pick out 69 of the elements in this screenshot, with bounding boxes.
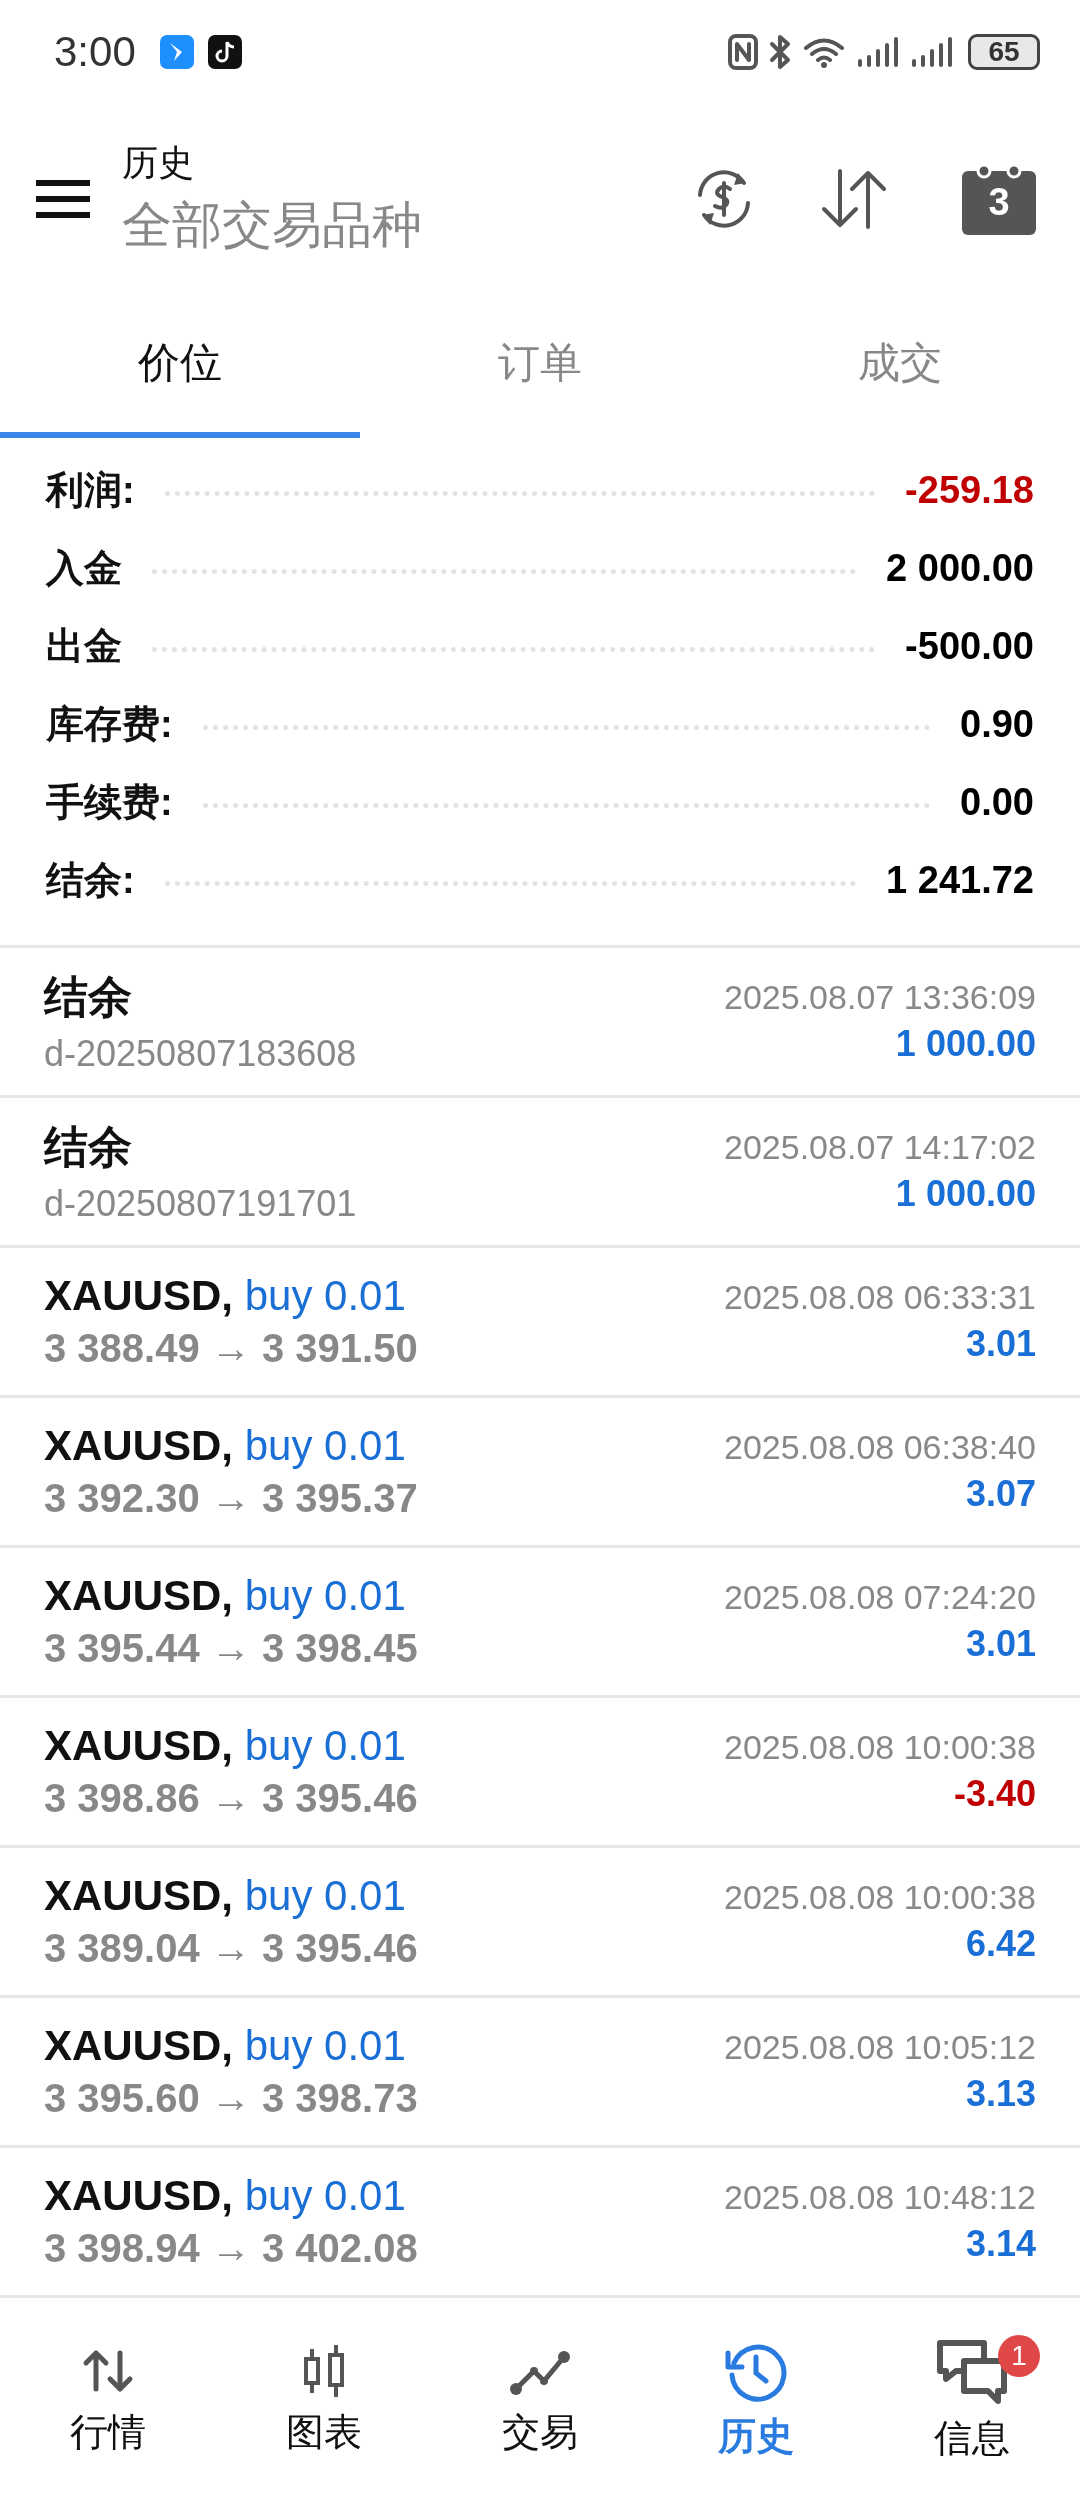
nav-tab[interactable]: 行情: [0, 2317, 216, 2484]
tab[interactable]: 价位: [0, 294, 360, 438]
summary-label: 结余:: [46, 857, 135, 903]
deal-time: 2025.08.08 06:33:31: [724, 1278, 1036, 1317]
deal-time: 2025.08.08 10:00:38: [724, 1878, 1036, 1917]
trade-prices: 3 395.60 → 3 398.73: [44, 2076, 418, 2121]
menu-icon[interactable]: [34, 179, 92, 219]
trade-prices: 3 389.04 → 3 395.46: [44, 1926, 418, 1971]
notification-badge: 1: [998, 2335, 1040, 2377]
deal-time: 2025.08.08 10:48:12: [724, 2178, 1036, 2217]
trade-prices: 3 395.44 → 3 398.45: [44, 1626, 418, 1671]
bluetooth-icon: [768, 34, 792, 70]
deal-time: 2025.08.08 10:05:12: [724, 2028, 1036, 2067]
nav-tab[interactable]: 信息 1: [864, 2317, 1080, 2484]
deal-time: 2025.08.08 06:38:40: [724, 1428, 1036, 1467]
battery-indicator: 65: [968, 34, 1040, 70]
deal-amount: 1 000.00: [895, 1023, 1036, 1065]
deal-amount: 6.42: [965, 1923, 1036, 1965]
summary-value: 2 000.00: [886, 546, 1034, 590]
deal-type: 结余: [44, 1121, 133, 1173]
summary-label: 手续费:: [46, 779, 173, 825]
summary-label: 出金: [46, 623, 122, 669]
nav-tab[interactable]: 图表: [216, 2317, 432, 2484]
trade-prices: 3 392.30 → 3 395.37: [44, 1476, 418, 1521]
nav-tab[interactable]: 历史: [648, 2317, 864, 2484]
deal-type: 结余: [44, 971, 133, 1023]
deal-time: 2025.08.07 14:17:02: [724, 1128, 1036, 1167]
nfc-icon: [728, 34, 758, 70]
summary-label: 库存费:: [46, 701, 173, 747]
trade-symbol: XAUUSD, buy 0.01: [44, 2022, 407, 2070]
deal-time: 2025.08.08 07:24:20: [724, 1578, 1036, 1617]
trade-symbol: XAUUSD, buy 0.01: [44, 2172, 407, 2220]
trade-symbol: XAUUSD, buy 0.01: [44, 1722, 407, 1770]
deal-amount: 3.07: [965, 1473, 1036, 1515]
tab[interactable]: 订单: [360, 294, 720, 438]
deal-amount: 3.13: [965, 2073, 1036, 2115]
summary-label: 入金: [46, 545, 122, 591]
deal-time: 2025.08.07 13:36:09: [724, 978, 1036, 1017]
summary-value: -259.18: [905, 468, 1034, 512]
summary-value: 0.90: [960, 702, 1034, 746]
deal-amount: -3.40: [953, 1773, 1036, 1815]
trade-prices: 3 398.86 → 3 395.46: [44, 1776, 418, 1821]
nav-tab[interactable]: 交易: [432, 2317, 648, 2484]
app-notification-icon: [159, 35, 194, 69]
summary-label: 利润:: [46, 467, 135, 513]
summary-value: -500.00: [905, 624, 1034, 668]
deal-amount: 3.14: [965, 2223, 1036, 2265]
trade-symbol: XAUUSD, buy 0.01: [44, 1422, 407, 1470]
tab[interactable]: 成交: [720, 294, 1080, 438]
deal-comment: d-20250807183608: [44, 1033, 357, 1075]
symbol-filter[interactable]: 全部交易品种: [122, 192, 630, 259]
deal-comment: d-20250807191701: [44, 1183, 357, 1225]
status-time: 3:00: [54, 28, 136, 76]
trade-prices: 3 388.49 → 3 391.50: [44, 1326, 418, 1371]
trade-symbol: XAUUSD, buy 0.01: [44, 1572, 407, 1620]
deal-amount: 3.01: [965, 1623, 1036, 1665]
signal-icon: [910, 35, 954, 69]
deal-time: 2025.08.08 10:00:38: [724, 1728, 1036, 1767]
deal-amount: 3.01: [965, 1323, 1036, 1365]
chat-bubbles-icon: [934, 2337, 1010, 2405]
summary-value: 0.00: [960, 780, 1034, 824]
deal-amount: 1 000.00: [895, 1173, 1036, 1215]
music-note-app-icon: [207, 35, 242, 69]
trade-symbol: XAUUSD, buy 0.01: [44, 1872, 407, 1920]
trade-prices: 3 398.94 → 3 402.08: [44, 2226, 418, 2271]
signal-icon: [856, 35, 900, 69]
screen-title: 历史: [122, 141, 195, 185]
trade-symbol: XAUUSD, buy 0.01: [44, 1272, 407, 1320]
summary-value: 1 241.72: [886, 858, 1034, 902]
